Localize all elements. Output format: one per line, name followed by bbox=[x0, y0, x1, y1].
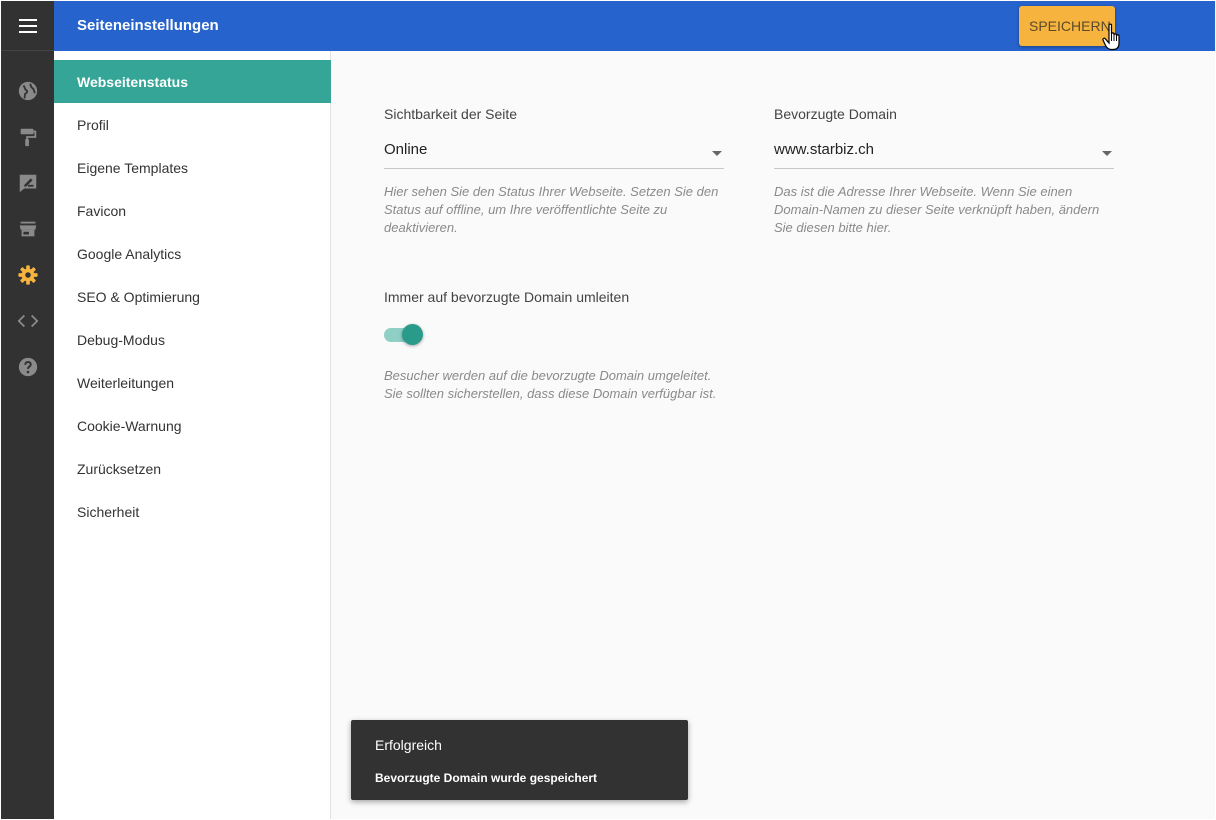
page-title: Seiteneinstellungen bbox=[77, 17, 219, 34]
toast-title: Erfolgreich bbox=[375, 737, 442, 753]
code-icon bbox=[17, 314, 38, 328]
sidebar-item-weiterleitungen[interactable]: Weiterleitungen bbox=[54, 361, 331, 404]
visibility-label: Sichtbarkeit der Seite bbox=[384, 106, 518, 122]
sidebar-item-favicon[interactable]: Favicon bbox=[54, 189, 331, 232]
menu-icon bbox=[18, 18, 37, 33]
dropdown-arrow-icon bbox=[712, 151, 722, 156]
rail-item-content[interactable] bbox=[1, 160, 54, 206]
sidebar-item-cookie-warnung[interactable]: Cookie-Warnung bbox=[54, 404, 331, 447]
app-header: Seiteneinstellungen SPEICHERN bbox=[54, 1, 1215, 51]
store-icon bbox=[19, 221, 36, 237]
sidebar-item-seo[interactable]: SEO & Optimierung bbox=[54, 275, 331, 318]
redirect-label: Immer auf bevorzugte Domain umleiten bbox=[384, 289, 630, 305]
rail-item-settings[interactable] bbox=[1, 252, 54, 298]
sidebar-item-debug-modus[interactable]: Debug-Modus bbox=[54, 318, 331, 361]
hand-cursor-icon bbox=[1102, 23, 1120, 51]
rail-item-design[interactable] bbox=[1, 114, 54, 160]
redirect-toggle[interactable] bbox=[384, 323, 424, 347]
domain-label: Bevorzugte Domain bbox=[774, 106, 897, 122]
visibility-select[interactable]: Online bbox=[384, 133, 724, 169]
edit-icon bbox=[19, 174, 36, 193]
menu-button[interactable] bbox=[1, 1, 54, 51]
sidebar-item-webseitenstatus[interactable]: Webseitenstatus bbox=[54, 60, 331, 103]
rail-item-store[interactable] bbox=[1, 206, 54, 252]
rail-item-code[interactable] bbox=[1, 298, 54, 344]
settings-sidebar: Webseitenstatus Profil Eigene Templates … bbox=[54, 51, 331, 819]
rail-item-help[interactable] bbox=[1, 344, 54, 390]
sidebar-item-sicherheit[interactable]: Sicherheit bbox=[54, 490, 331, 533]
help-icon bbox=[18, 357, 37, 377]
toast-message: Bevorzugte Domain wurde gespeichert bbox=[375, 771, 598, 785]
sidebar-item-eigene-templates[interactable]: Eigene Templates bbox=[54, 146, 331, 189]
sidebar-item-google-analytics[interactable]: Google Analytics bbox=[54, 232, 331, 275]
visibility-hint: Hier sehen Sie den Status Ihrer Webseite… bbox=[384, 184, 719, 235]
sidebar-item-profil[interactable]: Profil bbox=[54, 103, 331, 146]
icon-rail bbox=[1, 1, 54, 819]
globe-icon bbox=[18, 81, 37, 101]
sidebar-item-zuruecksetzen[interactable]: Zurücksetzen bbox=[54, 447, 331, 490]
dropdown-arrow-icon bbox=[1102, 151, 1112, 156]
visibility-value: Online bbox=[384, 141, 428, 158]
save-button[interactable]: SPEICHERN bbox=[1019, 6, 1115, 46]
domain-value: www.starbiz.ch bbox=[774, 141, 875, 158]
domain-hint: Das ist die Adresse Ihrer Webseite. Wenn… bbox=[774, 184, 1100, 235]
toggle-knob bbox=[402, 324, 423, 345]
paint-roller-icon bbox=[20, 128, 36, 147]
rail-item-globe[interactable] bbox=[1, 68, 54, 114]
success-toast: Erfolgreich Bevorzugte Domain wurde gesp… bbox=[351, 720, 688, 800]
main-content: Sichtbarkeit der Seite Online Hier sehen… bbox=[331, 51, 1215, 819]
gear-icon bbox=[17, 265, 38, 285]
app-window: Seiteneinstellungen SPEICHERN Webseitens… bbox=[1, 1, 1215, 819]
domain-select[interactable]: www.starbiz.ch bbox=[774, 133, 1114, 169]
redirect-hint: Besucher werden auf die bevorzugte Domai… bbox=[384, 368, 717, 401]
